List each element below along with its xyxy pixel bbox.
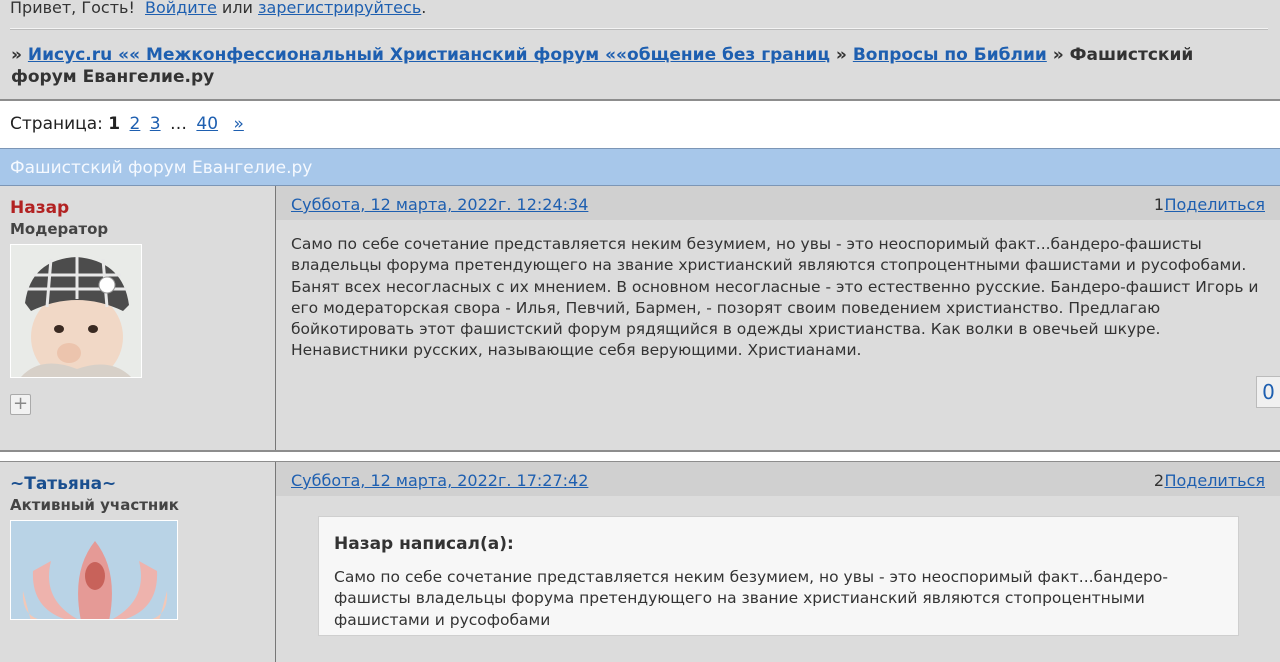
quote-title: Назар написал(а):: [334, 534, 514, 554]
expand-author-button[interactable]: +: [10, 394, 31, 415]
greeting-text: Привет, Гость!: [10, 0, 135, 17]
breadcrumb-separator: »: [1052, 45, 1064, 65]
post-number: 1: [1153, 195, 1164, 214]
top-bar: Привет, Гость! Войдите или зарегистрируй…: [0, 0, 1280, 101]
post-author-panel: ~Татьяна~ Активный участник: [0, 462, 276, 662]
breadcrumb-separator: »: [11, 45, 22, 65]
register-dot: .: [421, 0, 427, 17]
login-link[interactable]: Войдите: [145, 0, 217, 17]
post-separator: [0, 450, 1280, 462]
register-link[interactable]: зарегистрируйтесь: [258, 0, 421, 17]
post: Назар Модератор + Суббота, 12 марта, 202…: [0, 186, 1280, 450]
quote-text: Само по себе сочетание представляется не…: [334, 568, 1168, 629]
post-content: Суббота, 12 марта, 2022г. 12:24:34 1 Под…: [276, 186, 1280, 450]
avatar: [10, 244, 142, 383]
or-text: или: [221, 0, 253, 17]
topic-title-bar: Фашистский форум Евангелие.ру: [0, 148, 1280, 186]
post-content: Суббота, 12 марта, 2022г. 17:27:42 2 Под…: [276, 462, 1280, 662]
post-number: 2: [1153, 471, 1164, 490]
share-link[interactable]: Поделиться: [1164, 471, 1265, 490]
post-text: Само по себе сочетание представляется не…: [291, 235, 1259, 360]
author-name[interactable]: Назар: [10, 197, 265, 219]
topic-title: Фашистский форум Евангелие.ру: [10, 158, 313, 178]
post-header: Суббота, 12 марта, 2022г. 12:24:34 1 Под…: [276, 186, 1280, 220]
page-next-link[interactable]: »: [233, 114, 243, 134]
post-header: Суббота, 12 марта, 2022г. 17:27:42 2 Под…: [276, 462, 1280, 496]
avatar: [10, 520, 178, 620]
pagination-ellipsis: …: [170, 114, 187, 134]
divider: [10, 28, 1268, 30]
quote-block: Назар написал(а): Само по себе сочетание…: [318, 516, 1239, 636]
author-name[interactable]: ~Татьяна~: [10, 473, 265, 495]
pagination-current: 1: [108, 114, 121, 134]
author-role: Модератор: [10, 220, 109, 238]
post-rating[interactable]: 0: [1256, 376, 1280, 408]
post-date-link[interactable]: Суббота, 12 марта, 2022г. 17:27:42: [291, 471, 588, 490]
post-date-link[interactable]: Суббота, 12 марта, 2022г. 12:24:34: [291, 195, 588, 214]
page-link-3[interactable]: 3: [150, 114, 161, 134]
post: ~Татьяна~ Активный участник Суббота, 12 …: [0, 462, 1280, 662]
page-link-2[interactable]: 2: [130, 114, 141, 134]
greeting-line: Привет, Гость! Войдите или зарегистрируй…: [10, 0, 426, 18]
author-role: Активный участник: [10, 496, 179, 514]
pagination: Страница: 1 2 3 … 40 »: [0, 101, 1280, 148]
breadcrumb-section-link[interactable]: Вопросы по Библии: [853, 45, 1047, 65]
share-link[interactable]: Поделиться: [1164, 195, 1265, 214]
breadcrumb-separator: »: [835, 45, 847, 65]
breadcrumb: » Иисус.ru «« Межконфессиональный Христи…: [11, 44, 1240, 88]
pagination-label: Страница:: [10, 114, 103, 134]
breadcrumb-forum-link[interactable]: Иисус.ru «« Межконфессиональный Христиан…: [28, 45, 830, 65]
page-link-last[interactable]: 40: [196, 114, 218, 134]
post-author-panel: Назар Модератор +: [0, 186, 276, 450]
